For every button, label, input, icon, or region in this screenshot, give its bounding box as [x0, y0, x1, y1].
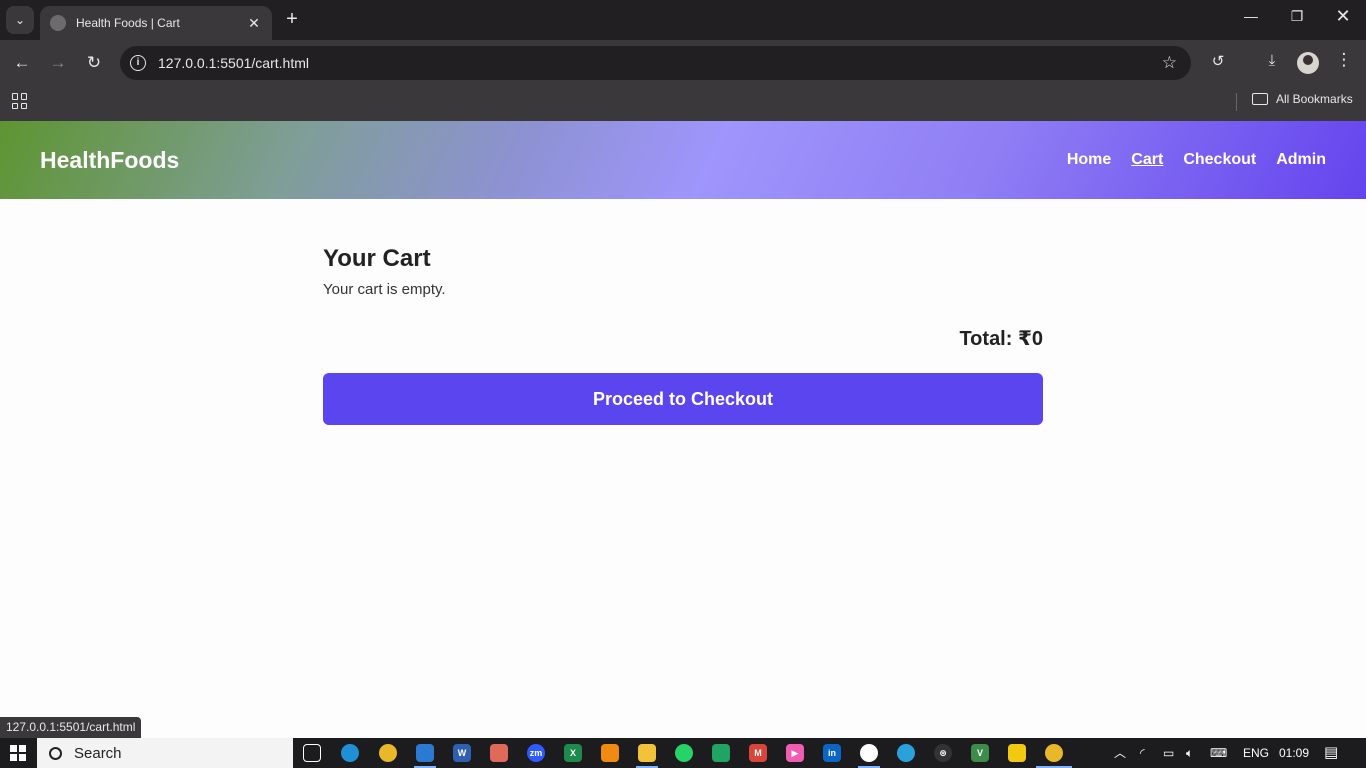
cart-total: Total: ₹0 [959, 328, 1043, 350]
nav-admin-link[interactable]: Admin [1276, 151, 1326, 169]
app-v-icon[interactable]: V [971, 744, 989, 762]
bookmarks-bar: All Bookmarks [0, 86, 1366, 121]
forward-button[interactable]: → [46, 51, 70, 75]
clock[interactable]: 01:09 [1279, 738, 1309, 768]
excel-icon[interactable]: X [564, 744, 582, 762]
chrome-icon[interactable] [379, 744, 397, 762]
word-icon[interactable]: W [453, 744, 471, 762]
volume-icon[interactable]: 🔈︎ [1186, 738, 1193, 768]
whatsapp-icon[interactable] [675, 744, 693, 762]
gmail-icon[interactable]: M [749, 744, 767, 762]
chevron-down-icon: ⌄ [14, 13, 26, 27]
reload-button[interactable]: ↻ [82, 51, 106, 75]
vscode-icon[interactable] [416, 744, 434, 762]
keyboard-icon[interactable]: ⌨ [1210, 738, 1227, 768]
language-indicator[interactable]: ENG [1243, 738, 1269, 768]
search-icon [49, 746, 62, 760]
site-header: HealthFoods Home Cart Checkout Admin [0, 121, 1366, 199]
battery-icon[interactable]: ▭ [1163, 738, 1174, 768]
back-button[interactable]: ← [10, 51, 34, 75]
wifi-icon[interactable]: ◜ [1140, 738, 1145, 768]
download-icon[interactable]: ⤓ [1260, 52, 1284, 69]
bookmark-star-icon[interactable]: ☆ [1162, 53, 1177, 73]
edge-icon[interactable] [341, 744, 359, 762]
all-bookmarks-label: All Bookmarks [1276, 92, 1353, 106]
menu-dots-icon[interactable]: ⋮ [1332, 50, 1356, 70]
tab-search-button[interactable]: ⌄ [6, 6, 34, 34]
photos-icon[interactable] [490, 744, 508, 762]
link-status-bubble: 127.0.0.1:5501/cart.html [0, 717, 142, 738]
chrome-taskbar-active-icon[interactable] [1045, 744, 1063, 762]
power-bi-icon[interactable] [1008, 744, 1026, 762]
bookmarks-divider [1236, 93, 1237, 111]
close-window-button[interactable]: ✕ [1320, 6, 1366, 27]
linkedin-icon[interactable]: in [823, 744, 841, 762]
browser-tabstrip: ⌄ Health Foods | Cart ✕ + — ❐ ✕ [0, 0, 1366, 40]
windows-taskbar: Search W zm X M ▶ in ⊛ V ︿ ◜ ▭ 🔈︎ ⌨ ENG … [0, 738, 1366, 768]
windows-start-icon[interactable] [10, 745, 26, 761]
github-icon[interactable] [860, 744, 878, 762]
apps-grid-icon[interactable] [12, 93, 28, 109]
taskbar-search[interactable]: Search [37, 738, 293, 768]
tray-chevron-up-icon[interactable]: ︿ [1114, 738, 1126, 768]
all-bookmarks-button[interactable]: All Bookmarks [1252, 92, 1353, 106]
youtube-icon[interactable]: ▶ [786, 744, 804, 762]
openai-icon[interactable]: ⊛ [934, 744, 952, 762]
cart-section: Your Cart Your cart is empty. Total: ₹0 … [323, 199, 1043, 425]
task-view-icon[interactable] [303, 744, 321, 762]
restore-button[interactable]: ❐ [1274, 8, 1320, 25]
file-explorer-icon[interactable] [638, 744, 656, 762]
nav-cart-link[interactable]: Cart [1131, 151, 1163, 169]
history-icon[interactable]: ↺ [1206, 52, 1230, 70]
proceed-to-checkout-button[interactable]: Proceed to Checkout [323, 373, 1043, 425]
address-url: 127.0.0.1:5501/cart.html [158, 55, 309, 71]
telegram-icon[interactable] [897, 744, 915, 762]
main-nav: Home Cart Checkout Admin [1067, 151, 1326, 169]
nav-checkout-link[interactable]: Checkout [1183, 151, 1256, 169]
site-logo[interactable]: HealthFoods [40, 147, 179, 174]
close-tab-icon[interactable]: ✕ [246, 15, 262, 32]
profile-avatar[interactable] [1297, 52, 1319, 74]
new-tab-button[interactable]: + [282, 8, 302, 32]
browser-toolbar: ← → ↻ i 127.0.0.1:5501/cart.html ☆ ↺ ⤓ ⋮ [0, 40, 1366, 86]
vlc-icon[interactable] [601, 744, 619, 762]
notifications-icon[interactable]: ▤ [1324, 738, 1338, 768]
site-info-icon[interactable]: i [130, 55, 146, 71]
taskbar-search-label: Search [74, 744, 122, 762]
browser-tab[interactable]: Health Foods | Cart ✕ [40, 6, 272, 40]
folder-icon [1252, 93, 1268, 105]
zoom-icon[interactable]: zm [527, 744, 545, 762]
address-bar[interactable]: i 127.0.0.1:5501/cart.html ☆ [120, 46, 1191, 80]
globe-icon [50, 15, 66, 31]
tab-title: Health Foods | Cart [76, 16, 180, 30]
minimize-button[interactable]: — [1228, 8, 1274, 24]
empty-cart-message: Your cart is empty. [323, 281, 446, 298]
meet-icon[interactable] [712, 744, 730, 762]
nav-home-link[interactable]: Home [1067, 151, 1111, 169]
page-title: Your Cart [323, 245, 431, 272]
